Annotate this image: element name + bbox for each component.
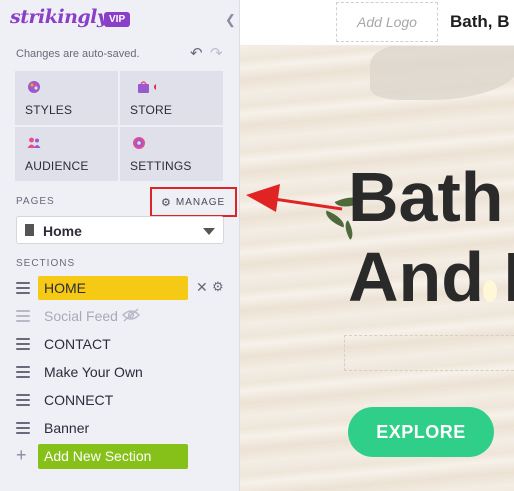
page-select-dropdown[interactable]: Home (16, 216, 224, 244)
section-row-contact[interactable]: CONTACT (16, 332, 226, 356)
drag-handle-icon[interactable] (16, 366, 30, 378)
drag-handle-icon[interactable] (16, 282, 30, 294)
section-row-social-feed[interactable]: Social Feed (16, 304, 226, 328)
audience-tile[interactable]: AUDIENCE (15, 127, 118, 181)
site-preview: Add Logo Bath, B Bath And I EXPLORE (240, 0, 514, 491)
strikingly-logo: strikingly (10, 6, 108, 28)
drag-handle-icon[interactable] (16, 310, 30, 322)
add-new-section-label: Add New Section (44, 448, 152, 464)
settings-tile[interactable]: SETTINGS (120, 127, 223, 181)
collapse-sidebar-icon[interactable]: ❮ (225, 12, 236, 28)
pages-header: PAGES (16, 196, 55, 207)
styles-label: STYLES (25, 103, 73, 117)
current-page-name: Home (43, 223, 82, 239)
section-label: HOME (44, 280, 86, 296)
delete-section-icon[interactable]: ✕ (196, 279, 208, 296)
section-label: Social Feed (44, 308, 118, 324)
drag-handle-icon[interactable] (16, 338, 30, 350)
section-label: CONNECT (44, 392, 114, 408)
section-label: CONTACT (44, 336, 111, 352)
store-label: STORE (130, 103, 173, 117)
section-label: Banner (44, 420, 90, 436)
hero-title-line-2: And I (348, 238, 514, 316)
store-tile[interactable]: STORE (120, 71, 223, 125)
gear-icon: ⚙ (161, 197, 172, 209)
section-row-make-your-own[interactable]: Make Your Own (16, 360, 226, 384)
gear-icon (133, 137, 145, 149)
section-row-connect[interactable]: CONNECT (16, 388, 226, 412)
add-new-section-button[interactable]: Add New Section (38, 444, 188, 469)
hidden-eye-icon[interactable] (122, 308, 140, 322)
manage-pages-button[interactable]: ⚙ MANAGE (161, 196, 225, 209)
redo-icon[interactable]: ↷ (210, 44, 223, 62)
section-row-home[interactable]: HOME ✕ ⚙ (16, 276, 226, 300)
plus-icon[interactable]: + (16, 445, 27, 466)
callout-arrow-icon (246, 184, 343, 212)
section-settings-icon[interactable]: ⚙ (212, 279, 224, 295)
styles-tile[interactable]: STYLES (15, 71, 118, 125)
add-section-row[interactable]: + Add New Section (16, 444, 226, 469)
subtitle-placeholder[interactable] (344, 335, 514, 371)
drag-handle-icon[interactable] (16, 394, 30, 406)
hero-title-line-1: Bath (348, 158, 504, 236)
hero-title[interactable]: Bath And I (348, 157, 514, 317)
undo-icon[interactable]: ↶ (190, 44, 203, 62)
chevron-down-icon (203, 228, 215, 235)
explore-button[interactable]: EXPLORE (348, 407, 494, 457)
shopping-bag-icon (138, 81, 156, 93)
manage-label: MANAGE (175, 197, 226, 208)
site-name[interactable]: Bath, B (450, 12, 510, 32)
people-icon (27, 137, 41, 148)
page-document-icon (25, 224, 34, 236)
palette-icon (28, 81, 40, 93)
section-row-banner[interactable]: Banner (16, 416, 226, 440)
audience-label: AUDIENCE (25, 159, 89, 173)
background-towel-shape (370, 40, 514, 100)
vip-badge: VIP (104, 12, 131, 27)
drag-handle-icon[interactable] (16, 422, 30, 434)
settings-label: SETTINGS (130, 159, 192, 173)
section-label: Make Your Own (44, 364, 143, 380)
home-section-pill[interactable]: HOME (38, 276, 188, 300)
site-header: Add Logo Bath, B (240, 0, 514, 46)
editor-menu-grid: STYLES STORE AUDIENCE SETTINGS (15, 71, 223, 181)
autosave-status: Changes are auto-saved. (16, 48, 140, 60)
add-logo-placeholder[interactable]: Add Logo (336, 2, 438, 42)
sections-header: SECTIONS (16, 258, 76, 269)
editor-sidebar: strikingly VIP ❮ Changes are auto-saved.… (0, 0, 240, 491)
